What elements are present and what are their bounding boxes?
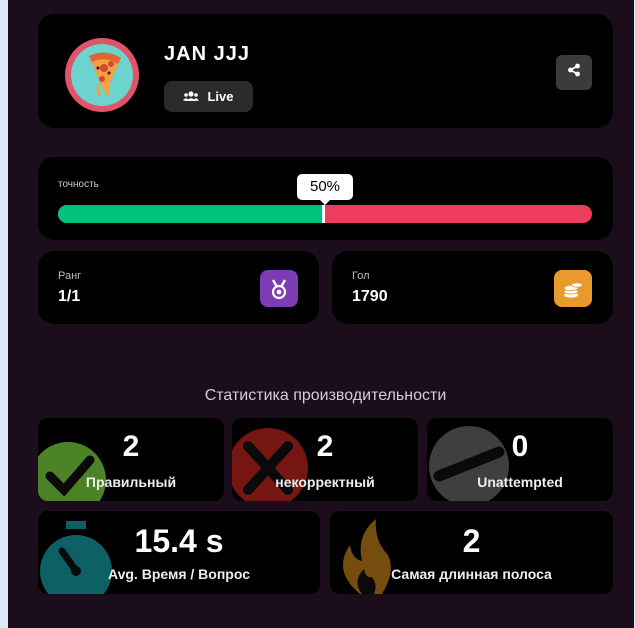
users-icon bbox=[183, 89, 200, 104]
stat-streak-card: 2 Самая длинная полоса bbox=[330, 511, 613, 594]
pizza-icon bbox=[71, 44, 133, 106]
unattempted-count: 0 bbox=[511, 430, 529, 463]
accuracy-card: точность 50% bbox=[38, 157, 613, 240]
stat-incorrect-card: 2 некорректный bbox=[232, 418, 418, 501]
mode-badge: Live bbox=[164, 81, 253, 112]
streak-label: Самая длинная полоса bbox=[391, 566, 552, 582]
rank-label: Ранг bbox=[58, 270, 82, 282]
goal-label: Гол bbox=[352, 270, 370, 282]
unattempted-label: Unattempted bbox=[477, 474, 563, 490]
goal-card: Гол 1790 bbox=[332, 251, 613, 324]
incorrect-count: 2 bbox=[316, 430, 334, 463]
coins-icon bbox=[554, 270, 592, 307]
medal-icon bbox=[260, 270, 298, 307]
avg-time-value: 15.4 s bbox=[134, 523, 224, 559]
streak-value: 2 bbox=[462, 523, 481, 559]
performance-title: Статистика производительности bbox=[204, 387, 447, 404]
goal-value: 1790 bbox=[352, 288, 388, 305]
profile-card: JAN JJJ Live bbox=[38, 14, 613, 128]
stat-unattempted-card: 0 Unattempted bbox=[427, 418, 613, 501]
accuracy-label: точность bbox=[58, 179, 99, 190]
mode-label: Live bbox=[207, 89, 234, 104]
stat-avg-time-card: 15.4 s Avg. Время / Вопрос bbox=[38, 511, 320, 594]
correct-count: 2 bbox=[122, 430, 140, 463]
share-button[interactable] bbox=[556, 55, 592, 90]
accuracy-bar bbox=[58, 205, 592, 223]
correct-label: Правильный bbox=[85, 474, 177, 490]
share-icon bbox=[567, 63, 581, 82]
rank-value: 1/1 bbox=[58, 288, 81, 305]
avatar bbox=[65, 38, 139, 112]
stat-correct-card: 2 Правильный bbox=[38, 418, 224, 501]
accuracy-tooltip: 50% bbox=[297, 174, 353, 205]
incorrect-label: некорректный bbox=[275, 474, 375, 490]
rank-card: Ранг 1/1 bbox=[38, 251, 319, 324]
accuracy-bar-fill bbox=[58, 205, 325, 223]
player-name: JAN JJJ bbox=[164, 43, 250, 65]
avg-time-label: Avg. Время / Вопрос bbox=[108, 566, 250, 582]
